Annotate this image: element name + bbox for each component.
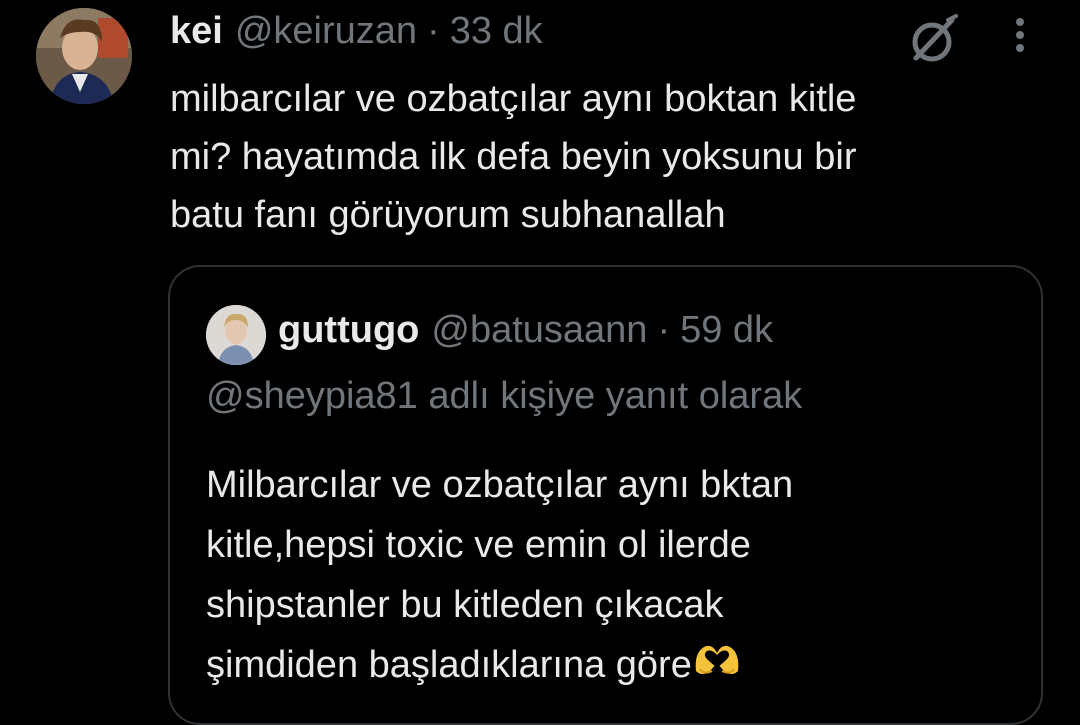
display-name[interactable]: kei [170,10,223,53]
quoted-time[interactable]: 59 dk [680,309,773,352]
quoted-avatar[interactable] [206,305,266,365]
tweet-text: milbarcılar ve ozbatçılar aynı boktan ki… [170,78,857,236]
avatar[interactable] [36,8,132,104]
reply-context[interactable]: @sheypia81 adlı kişiye yanıt olarak [206,375,802,418]
separator-dot: · [427,10,440,52]
tweet[interactable]: kei @keiruzan · 33 dk milbarcılar ve ozb… [0,0,1080,725]
avatar-photo [36,8,132,104]
quoted-text: Milbarcılar ve ozbatçılar aynı bktan kit… [206,455,1026,695]
tweet-time[interactable]: 33 dk [450,10,543,53]
more-vertical-icon[interactable] [1004,14,1036,62]
quoted-header: guttugo @batusaann · 59 dk [278,309,773,352]
tweet-header: kei @keiruzan · 33 dk [170,10,543,60]
grok-icon[interactable] [904,12,960,68]
quoted-tweet[interactable]: guttugo @batusaann · 59 dk @sheypia81 ad… [168,265,1043,725]
quoted-avatar-photo [206,305,266,365]
quoted-separator-dot: · [657,309,671,351]
quoted-user-handle[interactable]: @batusaann [431,309,647,352]
quoted-display-name[interactable]: guttugo [278,309,419,352]
heart-hands-emoji [695,645,739,674]
user-handle[interactable]: @keiruzan [235,10,417,53]
